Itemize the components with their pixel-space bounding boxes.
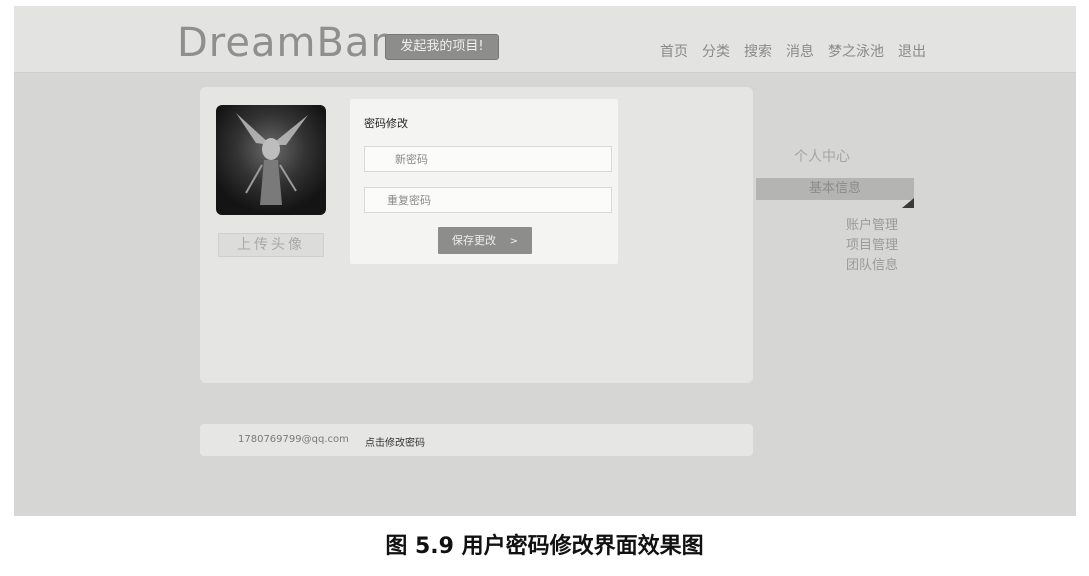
user-email: 1780769799@qq.com bbox=[238, 434, 349, 445]
change-password-link[interactable]: 点击修改密码 bbox=[365, 434, 425, 449]
nav-item-logout[interactable]: 退出 bbox=[898, 41, 926, 61]
menu-item-projects[interactable]: 项目管理 bbox=[846, 234, 898, 253]
repeat-password-field[interactable]: 重复密码 bbox=[364, 187, 612, 213]
upload-avatar-button[interactable]: 上传头像 bbox=[218, 233, 324, 257]
nav-item-category[interactable]: 分类 bbox=[702, 41, 730, 61]
menu-title: 个人中心 bbox=[794, 149, 850, 165]
account-info-bar: 1780769799@qq.com 点击修改密码 bbox=[200, 424, 753, 456]
new-password-field[interactable]: 新密码 bbox=[364, 146, 612, 172]
main-nav: 首页 分类 搜索 消息 梦之泳池 退出 bbox=[660, 41, 926, 61]
nav-item-home[interactable]: 首页 bbox=[660, 41, 688, 61]
chevron-right-icon: > bbox=[509, 236, 518, 247]
menu-item-account[interactable]: 账户管理 bbox=[846, 214, 898, 233]
save-changes-button[interactable]: 保存更改 > bbox=[438, 227, 532, 254]
form-title: 密码修改 bbox=[364, 117, 408, 130]
menu-item-basic-info[interactable]: 基本信息 bbox=[756, 178, 914, 200]
start-project-button[interactable]: 发起我的项目! bbox=[385, 34, 499, 60]
active-indicator-icon bbox=[902, 198, 914, 208]
personal-center-menu: 个人中心 基本信息 账户管理 项目管理 团队信息 bbox=[756, 86, 956, 306]
app-screenshot: DreamBar 发起我的项目! 首页 分类 搜索 消息 梦之泳池 退出 上传头… bbox=[14, 6, 1076, 516]
nav-item-search[interactable]: 搜索 bbox=[744, 41, 772, 61]
figure-caption: 图 5.9 用户密码修改界面效果图 bbox=[385, 534, 704, 559]
nav-item-messages[interactable]: 消息 bbox=[786, 41, 814, 61]
site-logo[interactable]: DreamBar bbox=[177, 20, 388, 66]
avatar bbox=[216, 105, 326, 215]
top-navigation-bar: DreamBar 发起我的项目! 首页 分类 搜索 消息 梦之泳池 退出 bbox=[14, 6, 1076, 73]
main-content-panel: 上传头像 密码修改 新密码 重复密码 保存更改 > bbox=[200, 87, 753, 383]
avatar-image bbox=[236, 113, 308, 205]
save-button-label: 保存更改 bbox=[452, 234, 497, 247]
menu-item-team[interactable]: 团队信息 bbox=[846, 254, 898, 273]
nav-item-dream-pool[interactable]: 梦之泳池 bbox=[828, 41, 884, 61]
password-form-card: 密码修改 新密码 重复密码 保存更改 > bbox=[350, 99, 618, 264]
